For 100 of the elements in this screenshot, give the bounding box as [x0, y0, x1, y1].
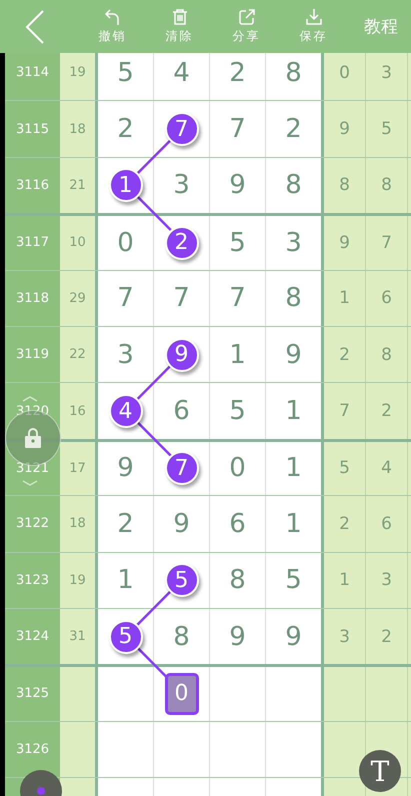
extra-cell: 8 — [366, 326, 408, 382]
download-icon — [304, 8, 322, 26]
digit-cell[interactable]: 1 — [266, 496, 324, 552]
digit-cell[interactable]: 0 — [98, 216, 154, 270]
digit-cell[interactable]: 5 — [210, 383, 266, 439]
marked-ball: 7 — [164, 451, 198, 486]
issue-number: 3118 — [5, 270, 60, 326]
extra-cell: 9 — [324, 101, 366, 157]
digit-cell[interactable]: 2 — [266, 101, 324, 157]
connector-line — [136, 195, 172, 231]
digit-cell[interactable]: 7 — [154, 101, 210, 157]
tutorial-button[interactable]: 教程 — [351, 0, 411, 53]
digit-cell[interactable]: 1 — [266, 442, 324, 496]
dot-icon — [37, 787, 45, 795]
digit-cell[interactable] — [266, 722, 324, 778]
digit-cell[interactable]: 5 — [266, 552, 324, 608]
digit-cell[interactable]: 2 — [210, 53, 266, 100]
connector-line — [136, 421, 172, 457]
digit-cell[interactable]: 3 — [98, 326, 154, 382]
digit-cell[interactable]: 8 — [210, 552, 266, 608]
digit-cell[interactable]: 7 — [210, 101, 266, 157]
issue-number: 3126 — [5, 722, 60, 778]
digit-cell[interactable]: 5 — [210, 216, 266, 270]
digit-cell[interactable]: 8 — [154, 608, 210, 664]
extra-cell: 5 — [366, 101, 408, 157]
extra-cell: 4 — [366, 442, 408, 496]
issue-number: 3122 — [5, 496, 60, 552]
digit-cell[interactable]: 9 — [210, 608, 266, 664]
digit-cell[interactable]: 7 — [98, 270, 154, 326]
issue-number: 3114 — [5, 53, 60, 100]
share-icon — [238, 8, 256, 26]
digit-cell[interactable]: 4 — [98, 383, 154, 439]
extra-cell: 1 — [324, 270, 366, 326]
sum-cell: 21 — [60, 158, 98, 214]
digit-cell[interactable]: 1 — [266, 383, 324, 439]
digit-cell[interactable]: 5 — [98, 608, 154, 664]
digit-cell[interactable] — [266, 667, 324, 721]
digit-cell[interactable]: 7 — [154, 442, 210, 496]
sum-cell: 18 — [60, 496, 98, 552]
digit-cell[interactable]: 9 — [154, 326, 210, 382]
digit-cell[interactable]: 7 — [210, 270, 266, 326]
digit-cell[interactable]: 2 — [98, 101, 154, 157]
extra-cell: 8 — [366, 158, 408, 214]
digit-cell[interactable]: 3 — [154, 158, 210, 214]
digit-cell[interactable]: 9 — [266, 326, 324, 382]
lock-icon — [24, 427, 42, 449]
sum-cell: 31 — [60, 608, 98, 664]
undo-icon — [104, 8, 122, 26]
digit-cell[interactable]: 2 — [98, 496, 154, 552]
issue-number: 3123 — [5, 552, 60, 608]
sum-cell: 16 — [60, 383, 98, 439]
extra-cell: 3 — [324, 608, 366, 664]
digit-cell[interactable]: 5 — [154, 552, 210, 608]
extra-cell — [324, 722, 366, 778]
digit-cell[interactable]: 1 — [210, 326, 266, 382]
digit-cell[interactable]: 8 — [266, 270, 324, 326]
save-button[interactable]: 保存 — [280, 0, 347, 53]
digit-cell[interactable]: 9 — [154, 496, 210, 552]
extra-cell: 1 — [324, 552, 366, 608]
clear-button[interactable]: 清除 — [146, 0, 213, 53]
marked-ball: 4 — [108, 394, 142, 428]
digit-cell[interactable]: 0 — [154, 667, 210, 721]
issue-number: 3117 — [5, 216, 60, 270]
issue-number: 3121 — [5, 442, 60, 496]
marked-ball: 1 — [108, 168, 142, 202]
extra-cell: 7 — [366, 216, 408, 270]
sum-cell: 10 — [60, 216, 98, 270]
digit-cell[interactable]: 1 — [98, 552, 154, 608]
digit-cell[interactable]: 6 — [154, 383, 210, 439]
digit-cell[interactable]: 6 — [210, 496, 266, 552]
connector-line — [136, 590, 172, 626]
digit-cell[interactable]: 1 — [98, 158, 154, 214]
digit-cell[interactable]: 4 — [154, 53, 210, 100]
digit-cell[interactable]: 5 — [98, 53, 154, 100]
marked-ball: 2 — [164, 226, 198, 260]
extra-cell: 9 — [324, 216, 366, 270]
issue-number: 3124 — [5, 608, 60, 664]
digit-cell[interactable]: 8 — [266, 53, 324, 100]
sum-cell: 18 — [60, 101, 98, 157]
marked-ball: 5 — [164, 563, 198, 598]
digit-cell[interactable]: 9 — [210, 158, 266, 214]
sum-cell: 19 — [60, 53, 98, 100]
chevron-up-icon — [22, 396, 38, 402]
extra-cell: 3 — [366, 552, 408, 608]
extra-cell: 6 — [366, 270, 408, 326]
digit-cell[interactable]: 7 — [154, 270, 210, 326]
digit-cell[interactable]: 9 — [266, 608, 324, 664]
share-button[interactable]: 分享 — [213, 0, 280, 53]
sum-cell: 22 — [60, 326, 98, 382]
issue-number: 3120 — [5, 383, 60, 439]
digit-cell[interactable]: 8 — [266, 158, 324, 214]
digit-cell[interactable]: 3 — [266, 216, 324, 270]
extra-cell: 3 — [366, 53, 408, 100]
undo-button[interactable]: 撤销 — [79, 0, 146, 53]
connector-line — [136, 364, 172, 400]
digit-cell[interactable]: 9 — [98, 442, 154, 496]
issue-number: 3125 — [5, 667, 60, 721]
digit-cell[interactable]: 0 — [210, 442, 266, 496]
digit-cell[interactable]: 2 — [154, 216, 210, 270]
extra-cell: 2 — [324, 326, 366, 382]
